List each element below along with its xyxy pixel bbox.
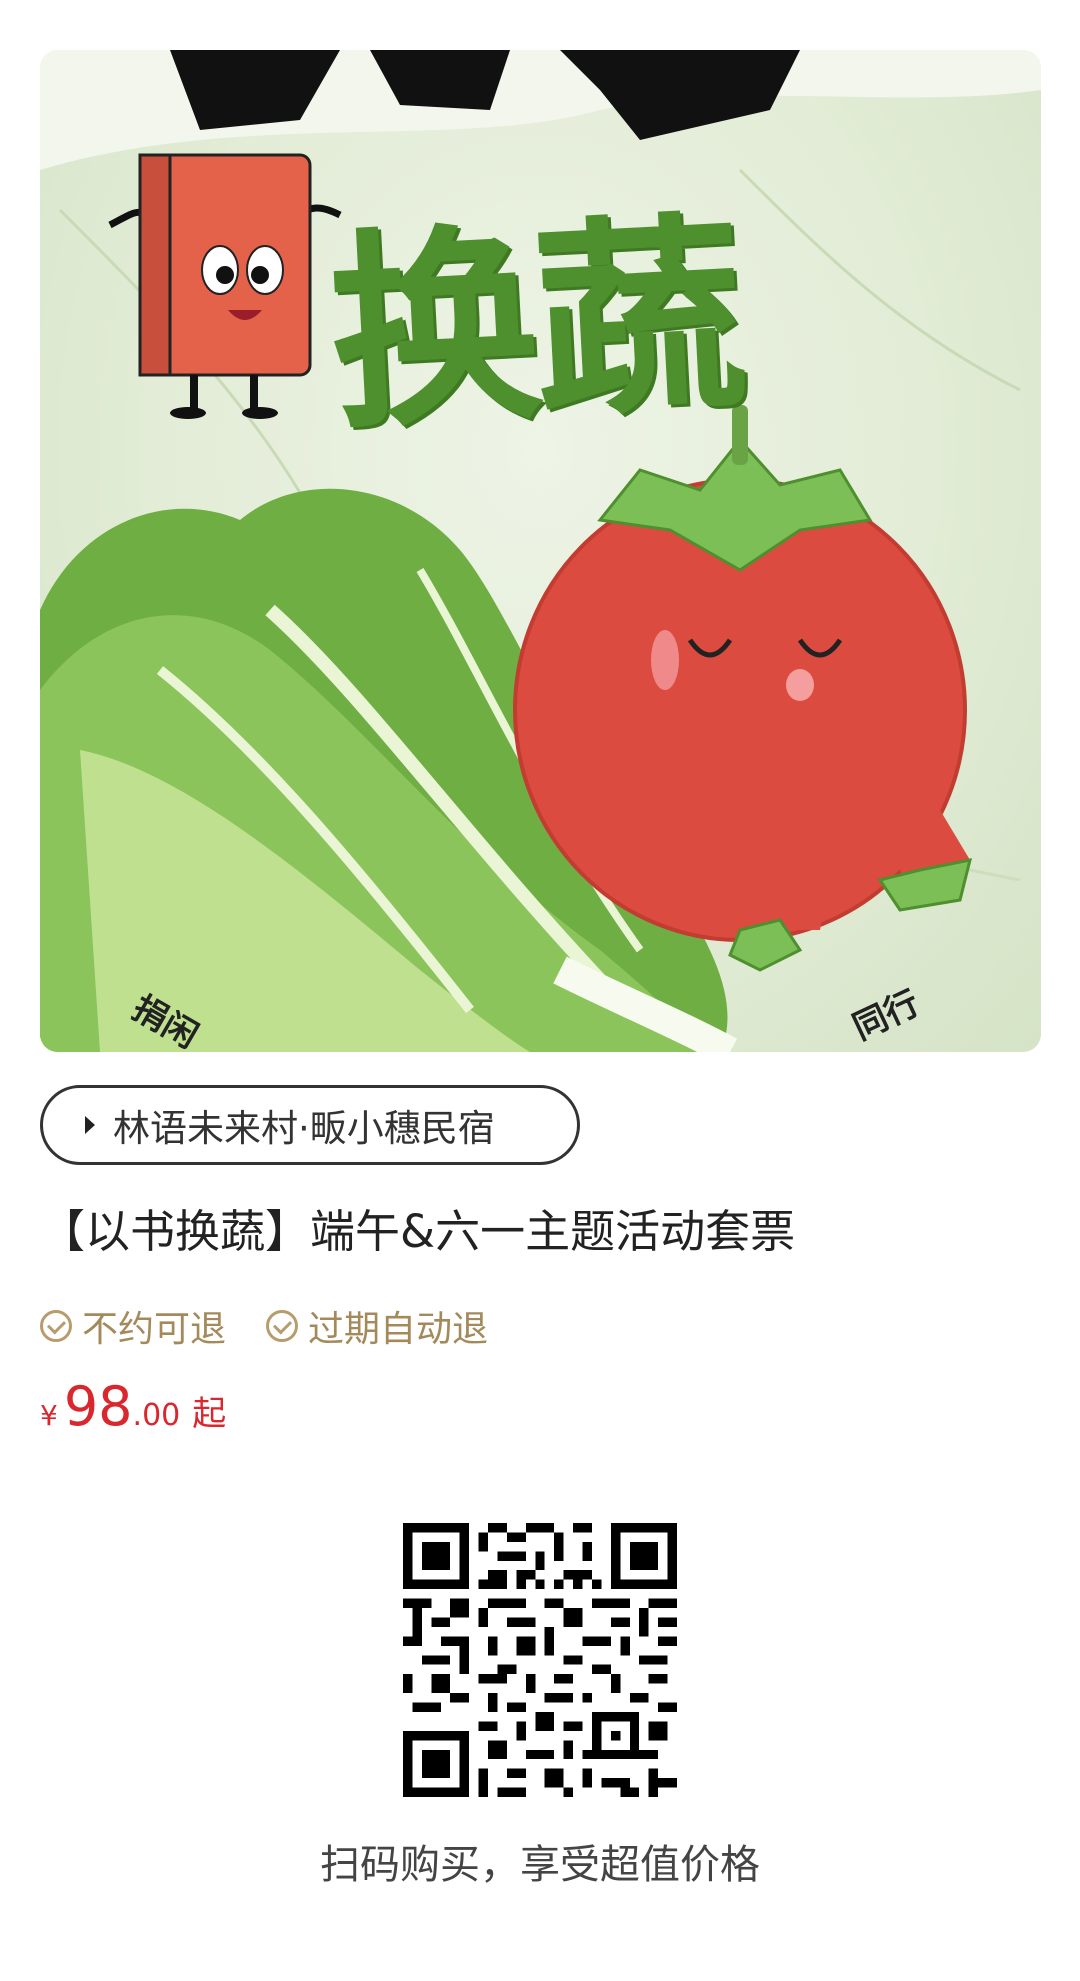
check-circle-icon bbox=[40, 1310, 72, 1342]
tag-label: 不约可退 bbox=[82, 1309, 227, 1350]
price-integer: 98 bbox=[63, 1375, 133, 1438]
product-title: 【以书换蔬】端午&六一主题活动套票 bbox=[40, 1205, 796, 1258]
price-currency: ¥ bbox=[40, 1399, 58, 1432]
caret-right-icon bbox=[85, 1116, 95, 1134]
tag-item: 不约可退 bbox=[40, 1300, 226, 1352]
poster-corner-right-text: 同行 bbox=[847, 983, 926, 1048]
venue-name: 林语未来村·畈小穗民宿 bbox=[113, 1107, 495, 1150]
refund-tags: 不约可退 过期自动退 bbox=[40, 1300, 488, 1352]
check-circle-icon bbox=[266, 1310, 299, 1342]
price: ¥ 98 .00 起 bbox=[40, 1375, 226, 1438]
book-character bbox=[108, 153, 342, 419]
product-poster-image[interactable]: 捐闲 同行 换蔬 bbox=[40, 50, 1041, 1052]
tag-label: 过期自动退 bbox=[308, 1309, 489, 1350]
tag-item: 过期自动退 bbox=[266, 1300, 488, 1352]
price-decimal: .00 bbox=[132, 1398, 181, 1433]
qr-code bbox=[403, 1523, 677, 1797]
qr-caption: 扫码购买，享受超值价格 bbox=[320, 1842, 760, 1888]
price-suffix: 起 bbox=[192, 1394, 227, 1434]
poster-headline: 换蔬 bbox=[323, 190, 745, 459]
venue-link[interactable]: 林语未来村·畈小穗民宿 bbox=[40, 1085, 580, 1165]
